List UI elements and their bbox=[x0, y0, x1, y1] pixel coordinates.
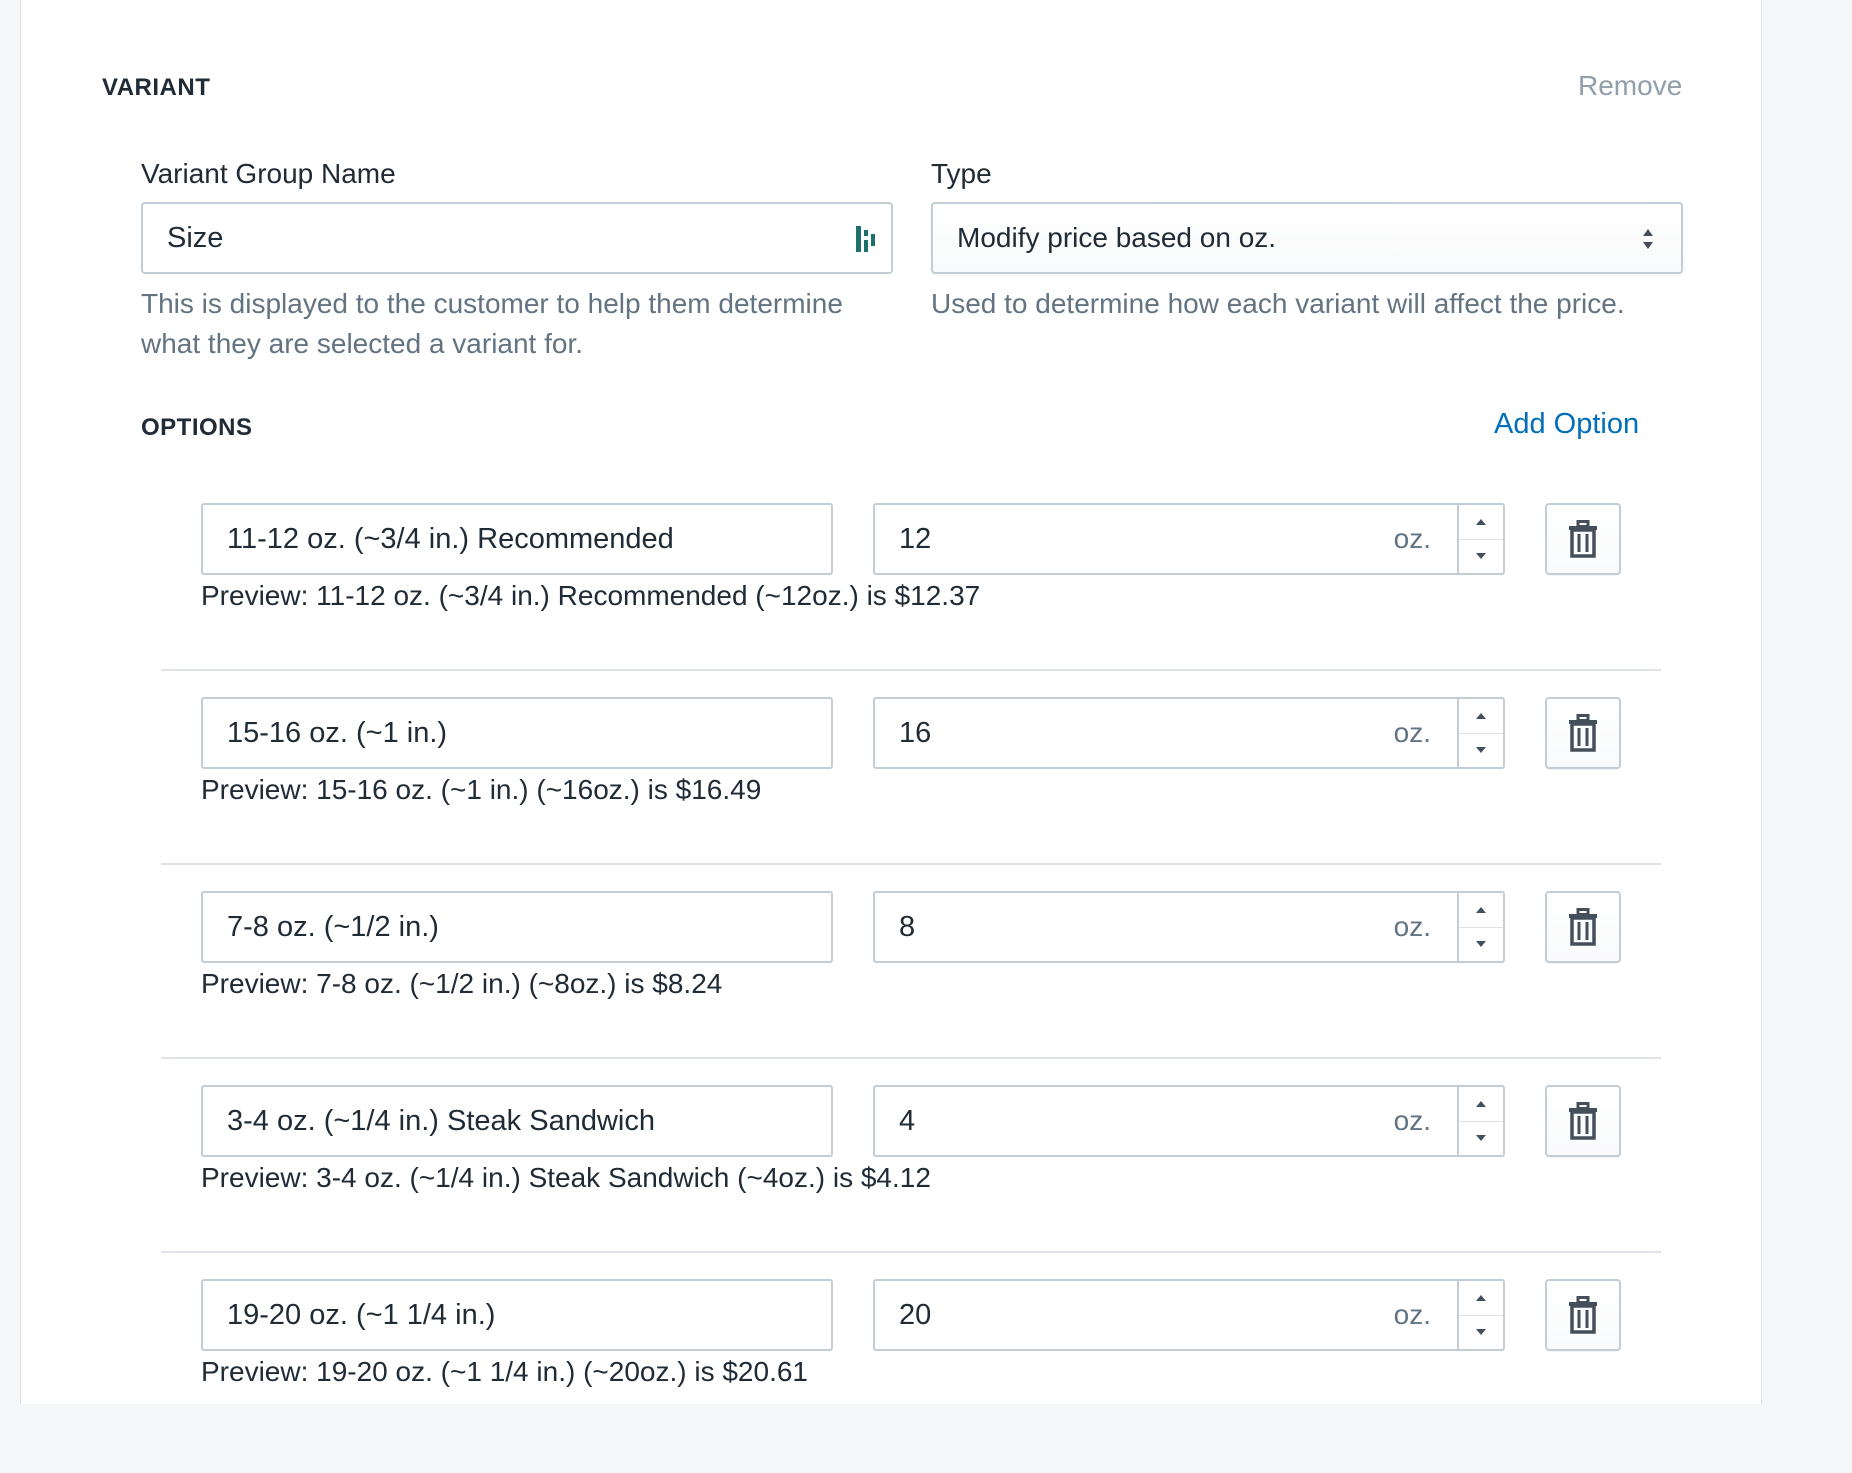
stepper-down-button[interactable] bbox=[1459, 927, 1503, 961]
stepper-down-button[interactable] bbox=[1459, 1315, 1503, 1349]
option-amount-value: 8 bbox=[899, 910, 916, 943]
option-amount-value: 4 bbox=[899, 1104, 916, 1137]
delete-option-button[interactable] bbox=[1545, 891, 1621, 963]
caret-down-icon bbox=[1476, 747, 1486, 753]
trash-icon bbox=[1569, 908, 1597, 946]
type-select[interactable]: Modify price based on oz. bbox=[931, 202, 1683, 274]
option-preview-text: Preview: 3-4 oz. (~1/4 in.) Steak Sandwi… bbox=[201, 1162, 931, 1193]
stepper-up-button[interactable] bbox=[1459, 699, 1503, 734]
option-amount-input[interactable]: 12 oz. bbox=[873, 503, 1505, 575]
option-unit-suffix: oz. bbox=[1393, 911, 1431, 942]
option-amount-value: 12 bbox=[899, 522, 932, 555]
option-row: 11-12 oz. (~3/4 in.) Recommended 12 oz. … bbox=[161, 503, 1661, 697]
variant-section-title: VARIANT bbox=[102, 74, 211, 101]
variant-group-name-value: Size bbox=[167, 221, 224, 254]
variant-group-name-label: Variant Group Name bbox=[141, 158, 396, 189]
trash-icon bbox=[1569, 1102, 1597, 1140]
stepper-down-button[interactable] bbox=[1459, 733, 1503, 767]
caret-up-icon bbox=[1476, 1295, 1486, 1301]
option-divider bbox=[161, 669, 1661, 671]
option-unit-suffix: oz. bbox=[1393, 1105, 1431, 1136]
option-divider bbox=[161, 1057, 1661, 1059]
option-unit-suffix: oz. bbox=[1393, 523, 1431, 554]
option-name-input[interactable]: 19-20 oz. (~1 1/4 in.) bbox=[201, 1279, 833, 1351]
option-row: 7-8 oz. (~1/2 in.) 8 oz. Preview: 7-8 oz… bbox=[161, 891, 1661, 1085]
option-name-input[interactable]: 3-4 oz. (~1/4 in.) Steak Sandwich bbox=[201, 1085, 833, 1157]
option-name-input[interactable]: 7-8 oz. (~1/2 in.) bbox=[201, 891, 833, 963]
variant-group-name-help: This is displayed to the customer to hel… bbox=[141, 288, 843, 359]
trash-icon bbox=[1569, 714, 1597, 752]
caret-down-icon bbox=[1476, 1329, 1486, 1335]
caret-up-icon bbox=[1476, 1101, 1486, 1107]
delete-option-button[interactable] bbox=[1545, 1085, 1621, 1157]
stepper-up-button[interactable] bbox=[1459, 893, 1503, 928]
amount-stepper bbox=[1457, 1087, 1503, 1155]
trash-icon bbox=[1569, 1296, 1597, 1334]
option-amount-input[interactable]: 4 oz. bbox=[873, 1085, 1505, 1157]
caret-down-icon bbox=[1476, 553, 1486, 559]
option-amount-input[interactable]: 8 oz. bbox=[873, 891, 1505, 963]
delete-option-button[interactable] bbox=[1545, 1279, 1621, 1351]
add-option-link[interactable]: Add Option bbox=[1494, 408, 1639, 441]
caret-down-icon bbox=[1476, 1135, 1486, 1141]
caret-up-icon bbox=[1476, 519, 1486, 525]
option-preview-text: Preview: 11-12 oz. (~3/4 in.) Recommende… bbox=[201, 580, 981, 611]
stepper-up-button[interactable] bbox=[1459, 1281, 1503, 1316]
remove-variant-link[interactable]: Remove bbox=[1578, 70, 1682, 102]
delete-option-button[interactable] bbox=[1545, 697, 1621, 769]
option-row: 3-4 oz. (~1/4 in.) Steak Sandwich 4 oz. … bbox=[161, 1085, 1661, 1279]
option-amount-input[interactable]: 20 oz. bbox=[873, 1279, 1505, 1351]
stepper-up-button[interactable] bbox=[1459, 505, 1503, 540]
type-help: Used to determine how each variant will … bbox=[931, 288, 1625, 319]
option-name-input[interactable]: 15-16 oz. (~1 in.) bbox=[201, 697, 833, 769]
options-section-title: OPTIONS bbox=[141, 414, 253, 441]
variant-card: VARIANT Remove Variant Group Name Size T… bbox=[20, 0, 1762, 1404]
caret-down-icon bbox=[1476, 941, 1486, 947]
type-select-value: Modify price based on oz. bbox=[957, 222, 1277, 253]
option-amount-value: 16 bbox=[899, 716, 932, 749]
delete-option-button[interactable] bbox=[1545, 503, 1621, 575]
option-name-input[interactable]: 11-12 oz. (~3/4 in.) Recommended bbox=[201, 503, 833, 575]
type-label: Type bbox=[931, 158, 992, 189]
option-preview-text: Preview: 7-8 oz. (~1/2 in.) (~8oz.) is $… bbox=[201, 968, 723, 999]
stepper-down-button[interactable] bbox=[1459, 1121, 1503, 1155]
stepper-down-button[interactable] bbox=[1459, 539, 1503, 573]
option-row: 19-20 oz. (~1 1/4 in.) 20 oz. Preview: 1… bbox=[161, 1279, 1661, 1473]
trash-icon bbox=[1569, 520, 1597, 558]
amount-stepper bbox=[1457, 505, 1503, 573]
amount-stepper bbox=[1457, 1281, 1503, 1349]
select-arrows-icon bbox=[1641, 226, 1655, 258]
option-preview-text: Preview: 15-16 oz. (~1 in.) (~16oz.) is … bbox=[201, 774, 762, 805]
variant-group-name-input[interactable]: Size bbox=[141, 202, 893, 274]
option-amount-value: 20 bbox=[899, 1298, 932, 1331]
option-preview-text: Preview: 19-20 oz. (~1 1/4 in.) (~20oz.)… bbox=[201, 1356, 808, 1387]
option-unit-suffix: oz. bbox=[1393, 717, 1431, 748]
option-divider bbox=[161, 1251, 1661, 1253]
option-row: 15-16 oz. (~1 in.) 16 oz. Preview: 15-16… bbox=[161, 697, 1661, 891]
caret-up-icon bbox=[1476, 713, 1486, 719]
option-amount-input[interactable]: 16 oz. bbox=[873, 697, 1505, 769]
amount-stepper bbox=[1457, 893, 1503, 961]
option-unit-suffix: oz. bbox=[1393, 1299, 1431, 1330]
stepper-up-button[interactable] bbox=[1459, 1087, 1503, 1122]
amount-stepper bbox=[1457, 699, 1503, 767]
password-manager-icon[interactable] bbox=[855, 224, 879, 262]
option-divider bbox=[161, 863, 1661, 865]
caret-up-icon bbox=[1476, 907, 1486, 913]
